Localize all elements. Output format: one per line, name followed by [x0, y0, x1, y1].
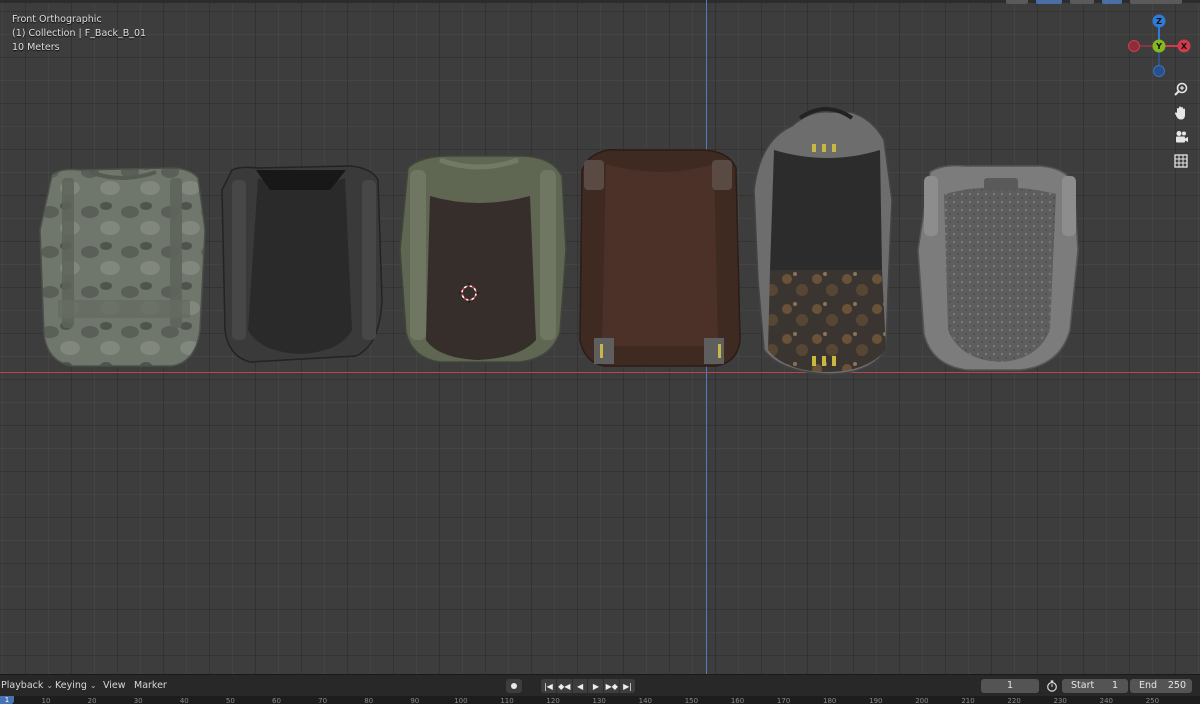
- black-tactical-backpack[interactable]: [221, 165, 383, 363]
- navigation-gizmo[interactable]: Z X Y: [1124, 10, 1200, 80]
- start-frame-field[interactable]: Start 1: [1062, 679, 1128, 693]
- frame-tick-label: 140: [638, 697, 652, 704]
- prev-keyframe-icon[interactable]: ◆◀: [557, 679, 573, 693]
- chevron-down-icon: ⌄: [46, 681, 54, 690]
- play-icon[interactable]: ▶: [588, 679, 605, 693]
- brown-leather-backpack[interactable]: [579, 148, 741, 367]
- timeline-header: Playback ⌄ Keying ⌄ View Marker |◀ ◆◀ ◀ ▶ …: [0, 674, 1200, 697]
- end-value: 250: [1167, 680, 1186, 691]
- 3d-cursor-icon[interactable]: [459, 283, 479, 303]
- viewport-info-overlay: Front Orthographic (1) Collection | F_Ba…: [12, 13, 146, 55]
- camo-backpack[interactable]: [39, 167, 206, 367]
- z-axis-label: Z: [1156, 17, 1162, 26]
- frame-tick-label: 160: [730, 697, 745, 704]
- frame-tick-label: 190: [869, 697, 883, 704]
- frame-tick-label: 30: [133, 697, 143, 704]
- current-frame-field[interactable]: 1: [981, 679, 1039, 693]
- 3d-viewport[interactable]: Front Orthographic (1) Collection | F_Ba…: [0, 0, 1200, 674]
- frame-tick-label: 120: [546, 697, 560, 704]
- record-button[interactable]: [506, 679, 522, 693]
- frame-tick-label: 170: [776, 697, 791, 704]
- x-axis-label: X: [1181, 42, 1188, 51]
- frame-tick-label: 80: [364, 697, 374, 704]
- frame-tick-label: 20: [87, 697, 97, 704]
- view-name: Front Orthographic: [12, 14, 102, 25]
- frame-tick-label: 100: [454, 697, 468, 704]
- collection-info: (1) Collection | F_Back_B_01: [12, 28, 147, 39]
- frame-tick-label: 180: [823, 697, 837, 704]
- record-icon: [511, 683, 517, 689]
- frame-tick-label: 210: [961, 697, 975, 704]
- frame-tick-label: 130: [592, 697, 606, 704]
- start-label: Start: [1071, 680, 1095, 691]
- pan-hand-icon[interactable]: [1170, 102, 1192, 124]
- frame-tick-label: 50: [225, 697, 235, 704]
- neg-x-axis-ball[interactable]: [1128, 40, 1140, 52]
- frame-tick-label: 220: [1007, 697, 1021, 704]
- play-reverse-icon[interactable]: ◀: [573, 679, 589, 693]
- frame-tick-label: 60: [272, 697, 281, 704]
- scene-objects[interactable]: [0, 0, 1200, 674]
- keying-menu[interactable]: Keying ⌄: [55, 680, 97, 691]
- frame-tick-label: 230: [1053, 697, 1067, 704]
- end-label: End: [1139, 680, 1158, 691]
- zoom-icon[interactable]: [1170, 78, 1192, 100]
- frame-tick-label: 40: [179, 697, 189, 704]
- scale-label: 10 Meters: [12, 42, 60, 53]
- stopwatch-icon[interactable]: [1045, 679, 1059, 693]
- chevron-down-icon: ⌄: [89, 681, 97, 690]
- playhead[interactable]: 1: [0, 696, 14, 704]
- marker-menu[interactable]: Marker: [134, 680, 167, 691]
- grey-mesh-backpack[interactable]: [917, 164, 1079, 371]
- start-value: 1: [1111, 680, 1118, 691]
- jump-end-icon[interactable]: ▶|: [620, 679, 635, 693]
- frame-tick-label: 250: [1145, 697, 1160, 704]
- next-keyframe-icon[interactable]: ▶◆: [604, 679, 621, 693]
- y-axis-label: Y: [1155, 42, 1162, 51]
- frame-ruler[interactable]: 1 10 20 30 40 50 60 70 80 90 100 110 120 130 140 150 16…: [0, 696, 1200, 704]
- neg-z-axis-ball[interactable]: [1153, 65, 1165, 77]
- camera-view-icon[interactable]: [1170, 126, 1192, 148]
- frame-tick-label: 90: [410, 697, 420, 704]
- playback-controls: |◀ ◆◀ ◀ ▶ ▶◆ ▶|: [541, 679, 635, 693]
- frame-tick-label: 240: [1099, 697, 1113, 704]
- dirty-black-backpack[interactable]: [753, 107, 893, 375]
- frame-tick-label: 10: [41, 697, 51, 704]
- frame-tick-label: 70: [318, 697, 328, 704]
- view-menu[interactable]: View: [103, 680, 126, 691]
- playback-menu[interactable]: Playback ⌄: [1, 680, 53, 691]
- jump-start-icon[interactable]: |◀: [541, 679, 557, 693]
- end-frame-field[interactable]: End 250: [1130, 679, 1192, 693]
- frame-tick-label: 150: [684, 697, 699, 704]
- frame-tick-label: 110: [500, 697, 514, 704]
- frame-tick-label: 200: [915, 697, 929, 704]
- olive-backpack[interactable]: [399, 155, 567, 363]
- perspective-grid-icon[interactable]: [1170, 150, 1192, 172]
